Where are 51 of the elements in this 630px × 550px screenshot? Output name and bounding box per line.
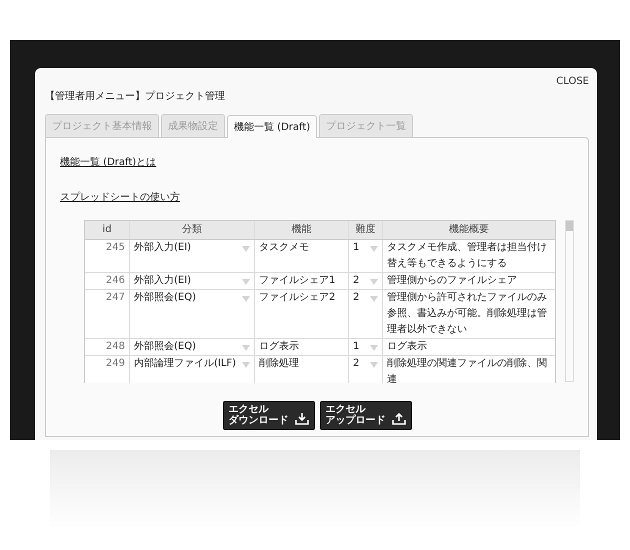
- table-cell-text: 管理側から許可されたファイルのみ参照、書込みが可能。削除処理は管理者以外できない: [386, 290, 548, 337]
- dropdown-arrow-icon[interactable]: [370, 362, 378, 368]
- help-link[interactable]: 機能一覧 (Draft)とは: [60, 157, 156, 168]
- table-cell: ファイルシェア2: [255, 290, 349, 338]
- table-cell: 削除処理: [255, 356, 349, 383]
- table-cell-text: ログ表示: [386, 340, 428, 354]
- table-cell-text: 2: [353, 291, 360, 305]
- table-cell-text: 内部論理ファイル(ILF): [134, 356, 236, 371]
- column-header: 難度: [349, 221, 383, 239]
- dropdown-arrow-icon[interactable]: [242, 362, 250, 368]
- table-cell-text: 2: [353, 357, 360, 371]
- upload-icon: [392, 413, 406, 425]
- dropdown-arrow-icon[interactable]: [370, 296, 378, 302]
- dropdown-arrow-icon[interactable]: [242, 246, 250, 252]
- table-cell: ファイルシェア1: [255, 273, 349, 289]
- download-icon: [294, 413, 308, 425]
- table-cell-text: タスクメモ作成、管理者は担当付け替え等もできるようにする: [386, 240, 548, 271]
- table-cell-text: 1: [353, 241, 360, 255]
- dropdown-arrow-icon[interactable]: [370, 279, 378, 285]
- row-id: 247: [85, 290, 130, 338]
- table-cell-text: 1: [353, 340, 360, 354]
- excel-button[interactable]: エクセル アップロード: [320, 401, 412, 430]
- close-link[interactable]: CLOSE: [556, 76, 589, 87]
- dropdown-arrow-icon[interactable]: [242, 279, 250, 285]
- dropdown-arrow-icon[interactable]: [370, 246, 378, 252]
- dropdown-arrow-icon[interactable]: [242, 296, 250, 302]
- excel-button[interactable]: エクセル ダウンロード: [222, 401, 314, 430]
- table-cell-text: 外部入力(EI): [134, 240, 192, 255]
- row-id: 246: [85, 273, 130, 289]
- table-cell: ログ表示: [255, 339, 349, 355]
- table-cell-text: 外部照会(EQ): [134, 340, 196, 354]
- table-cell-text: 外部入力(EI): [134, 274, 192, 288]
- tab[interactable]: 機能一覧 (Draft): [227, 115, 318, 138]
- row-id: 248: [85, 339, 130, 355]
- dropdown-arrow-icon[interactable]: [370, 345, 378, 351]
- table-cell: タスクメモ: [255, 240, 349, 272]
- dialog-title: 【管理者用メニュー】プロジェクト管理: [45, 90, 226, 103]
- column-header: 分類: [130, 221, 255, 239]
- table-cell-text: 削除処理の関連ファイルの削除、関連: [386, 356, 548, 383]
- table-cell-text: 管理側からのファイルシェア: [386, 274, 518, 288]
- help-link[interactable]: スプレッドシートの使い方: [60, 192, 180, 203]
- column-header: 機能: [255, 221, 349, 239]
- column-header: 機能概要: [448, 222, 490, 237]
- table-cell-text: 2: [353, 274, 360, 288]
- table-cell-text: 外部照会(EQ): [134, 290, 196, 305]
- scrollbar-thumb[interactable]: [566, 221, 573, 231]
- dropdown-arrow-icon[interactable]: [242, 345, 250, 351]
- column-header: id: [85, 221, 130, 239]
- row-id: 249: [85, 356, 130, 383]
- scrollbar[interactable]: [565, 220, 574, 382]
- row-id: 245: [85, 240, 130, 272]
